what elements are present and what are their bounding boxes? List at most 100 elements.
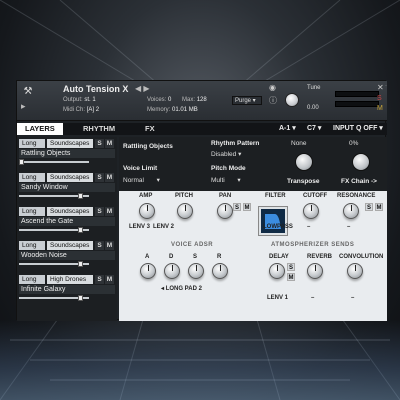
layer-category[interactable]: Soundscapes (47, 207, 93, 216)
none-label: None (291, 140, 307, 147)
layer-settings: Rattling Objects Rhythm Pattern Disabled… (119, 137, 387, 191)
attack-knob[interactable] (140, 263, 156, 279)
layer-volume-slider[interactable] (19, 193, 89, 199)
aux-icon[interactable]: · (385, 83, 387, 89)
pan-s-button[interactable]: S (233, 203, 241, 211)
cutoff-knob[interactable] (303, 203, 319, 219)
resonance-s-button[interactable]: S (365, 203, 373, 211)
synthesis-panel: AMP PITCH PAN FILTER CUTOFF RESONANCE S … (119, 191, 387, 321)
m-icon[interactable]: M (377, 105, 383, 112)
transpose-label: Transpose (287, 178, 320, 185)
solo-button[interactable]: S (95, 241, 104, 250)
max-label: Max: 128 (182, 97, 207, 103)
instrument-name[interactable]: Auto Tension X (63, 84, 128, 94)
layer-volume-slider[interactable] (19, 227, 89, 233)
pan-m-button[interactable]: M (243, 203, 251, 211)
amp-mod-source[interactable]: LENV 3 (129, 224, 150, 230)
fx-chain-knob[interactable] (352, 153, 370, 171)
wrench-icon[interactable]: ⚒ (21, 84, 35, 98)
pitch-mode-label: Pitch Mode (211, 165, 246, 172)
layer-category[interactable]: Soundscapes (47, 139, 93, 148)
layer-name: Wooden Noise (19, 251, 115, 260)
layer-5[interactable]: Long High Drones S M Infinite Galaxy (19, 275, 115, 307)
tune-label: Tune (307, 85, 321, 91)
s-icon[interactable]: S (377, 95, 382, 102)
adsr-preset-dropdown[interactable]: ◂ LONG PAD 2 (161, 285, 202, 292)
output-value[interactable]: st. 1 (84, 97, 95, 103)
layers-panel: Long Soundscapes S M Rattling Objects Lo… (17, 137, 117, 321)
mute-button[interactable]: M (105, 241, 114, 250)
collapse-icon[interactable]: ▸ (21, 101, 35, 115)
layer-name: Rattling Objects (19, 149, 115, 158)
range-high[interactable]: C7 ▾ (307, 124, 321, 134)
tune-knob[interactable] (285, 93, 299, 107)
layer-category[interactable]: High Drones (47, 275, 93, 284)
layer-volume-slider[interactable] (19, 159, 89, 165)
layer-length[interactable]: Long (19, 139, 45, 148)
reverb-label: REVERB (307, 254, 333, 260)
layer-category[interactable]: Soundscapes (47, 173, 93, 182)
decay-knob[interactable] (164, 263, 180, 279)
mute-button[interactable]: M (105, 173, 114, 182)
range-low[interactable]: A-1 ▾ (279, 124, 296, 134)
resonance-m-button[interactable]: M (375, 203, 383, 211)
pitch-knob[interactable] (177, 203, 193, 219)
rhythm-pattern-dropdown[interactable]: Disabled ▾ (211, 150, 241, 158)
layer-volume-slider[interactable] (19, 295, 89, 301)
pan-knob[interactable] (217, 203, 233, 219)
layer-3[interactable]: Long Soundscapes S M Ascend the Gate (19, 207, 115, 239)
delay-m-button[interactable]: M (287, 273, 295, 281)
purge-dropdown[interactable]: Purge ▾ (232, 96, 262, 105)
fx-chain-button[interactable]: FX Chain -> (341, 178, 377, 185)
cutoff-label: CUTOFF (303, 193, 328, 199)
release-knob[interactable] (212, 263, 228, 279)
delay-knob[interactable] (269, 263, 285, 279)
layer-category[interactable]: Soundscapes (47, 241, 93, 250)
layer-2[interactable]: Long Soundscapes S M Sandy Window (19, 173, 115, 205)
delay-s-button[interactable]: S (287, 263, 295, 271)
layer-name: Sandy Window (19, 183, 115, 192)
layer-length[interactable]: Long (19, 241, 45, 250)
solo-button[interactable]: S (95, 173, 104, 182)
layer-length[interactable]: Long (19, 173, 45, 182)
midi-value[interactable]: [A] 2 (87, 107, 99, 113)
layer-length[interactable]: Long (19, 275, 45, 284)
tab-rhythm[interactable]: RHYTHM (75, 123, 123, 135)
level-meter-right (335, 101, 379, 107)
decay-label: D (169, 254, 174, 260)
mute-button[interactable]: M (105, 139, 114, 148)
solo-button[interactable]: S (95, 207, 104, 216)
sustain-knob[interactable] (188, 263, 204, 279)
reverb-knob[interactable] (307, 263, 323, 279)
pitch-mod-source[interactable]: LENV 2 (153, 224, 174, 230)
solo-button[interactable]: S (95, 275, 104, 284)
close-icon[interactable]: ✕ (377, 83, 384, 92)
voice-limit-dropdown[interactable]: Normal ▾ (123, 176, 160, 184)
resonance-knob[interactable] (343, 203, 359, 219)
info-icon[interactable]: ⓘ (269, 95, 277, 106)
mute-button[interactable]: M (105, 207, 114, 216)
transpose-knob[interactable] (295, 153, 313, 171)
rhythm-pattern-label: Rhythm Pattern (211, 140, 260, 147)
delay-mod-source[interactable]: LENV 1 (267, 295, 288, 301)
sustain-label: S (193, 254, 198, 260)
amp-knob[interactable] (139, 203, 155, 219)
filter-type-display[interactable] (259, 207, 287, 235)
midi-label: Midi Ch: [A] 2 (63, 107, 100, 113)
resonance-mod-dash: – (347, 224, 351, 230)
pitch-mode-dropdown[interactable]: Multi ▾ (211, 176, 241, 184)
layer-volume-slider[interactable] (19, 261, 89, 267)
convolution-knob[interactable] (347, 263, 363, 279)
layer-1[interactable]: Long Soundscapes S M Rattling Objects (19, 139, 115, 171)
camera-icon[interactable]: ◉ (269, 83, 276, 92)
tab-fx[interactable]: FX (137, 123, 163, 135)
mute-button[interactable]: M (105, 275, 114, 284)
solo-button[interactable]: S (95, 139, 104, 148)
percent-label: 0% (349, 140, 359, 147)
layer-length[interactable]: Long (19, 207, 45, 216)
input-q[interactable]: INPUT Q OFF ▾ (333, 124, 383, 134)
tab-layers[interactable]: LAYERS (17, 123, 63, 135)
layer-name: Ascend the Gate (19, 217, 115, 226)
layer-4[interactable]: Long Soundscapes S M Wooden Noise (19, 241, 115, 273)
instrument-nav-arrows[interactable]: ◀ ▶ (135, 84, 150, 93)
